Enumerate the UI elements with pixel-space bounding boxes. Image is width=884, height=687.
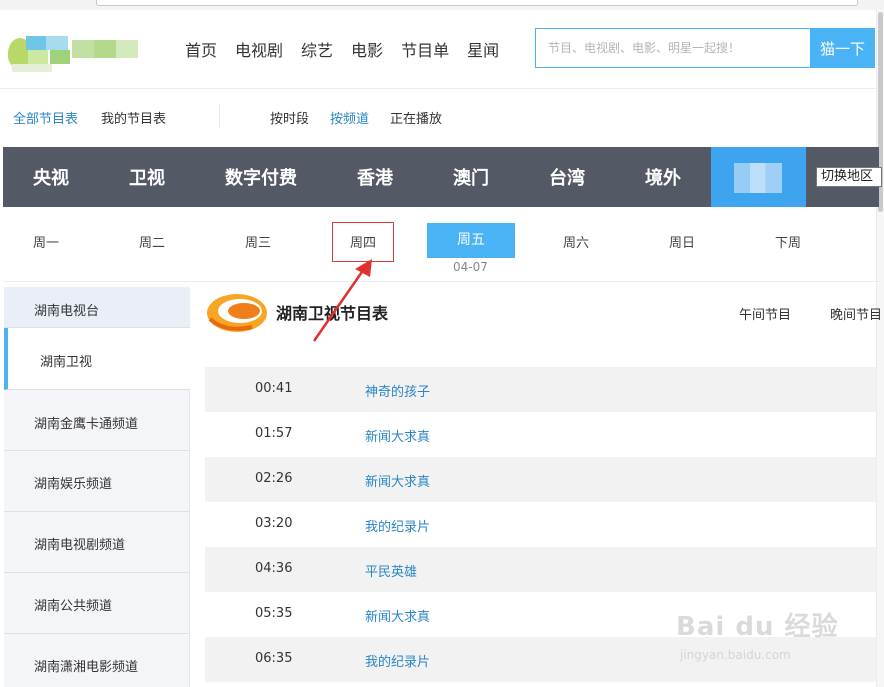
site-logo[interactable]: [6, 26, 146, 76]
schedule-time: 03:20: [255, 516, 293, 531]
sidebar-item-channel[interactable]: 湖南金鹰卡通频道: [4, 390, 190, 451]
region-macau[interactable]: 澳门: [453, 164, 489, 190]
schedule-time: 00:41: [255, 381, 293, 396]
day-fri-selected[interactable]: 周五: [427, 223, 515, 258]
header-divider: [0, 88, 876, 89]
nav-tv-series[interactable]: 电视剧: [235, 37, 283, 61]
region-satellite[interactable]: 卫视: [129, 164, 165, 190]
schedule-program-link[interactable]: 平民英雄: [365, 561, 417, 580]
blurred-region-label: [734, 163, 782, 193]
subnav-divider: [219, 104, 220, 128]
address-bar[interactable]: [96, 0, 858, 6]
by-time-link[interactable]: 按时段: [270, 108, 309, 127]
schedule-program-link[interactable]: 新闻大求真: [365, 426, 430, 445]
sidebar-item-channel[interactable]: 湖南娱乐频道: [4, 451, 190, 512]
region-overseas[interactable]: 境外: [645, 164, 681, 190]
region-digital-paid[interactable]: 数字付费: [225, 164, 297, 190]
sidebar-item-label: 湖南电视剧频道: [34, 538, 126, 553]
tab-noon-programs[interactable]: 午间节目: [739, 304, 791, 323]
schedule-program-link[interactable]: 我的纪录片: [365, 516, 430, 535]
day-sat[interactable]: 周六: [563, 232, 589, 251]
schedule-program-link[interactable]: 新闻大求真: [365, 606, 430, 625]
search-bar: 猫一下: [535, 28, 875, 68]
day-wed[interactable]: 周三: [245, 232, 271, 251]
schedule-row: 06:35 我的纪录片: [205, 637, 876, 682]
nav-home[interactable]: 首页: [185, 37, 217, 61]
day-tue[interactable]: 周二: [139, 232, 165, 251]
nav-variety[interactable]: 综艺: [301, 37, 333, 61]
sidebar-item-label: 湖南娱乐频道: [34, 477, 113, 492]
region-cctv[interactable]: 央视: [33, 164, 69, 190]
page: 首页 电视剧 综艺 电影 节目单 星闻 猫一下 全部节目表 我的节目表 按时段 …: [0, 0, 884, 687]
schedule-program-link[interactable]: 神奇的孩子: [365, 381, 430, 400]
all-schedules-link[interactable]: 全部节目表: [13, 108, 78, 127]
channel-sidebar: 湖南电视台 湖南卫视 湖南金鹰卡通频道 湖南娱乐频道 湖南电视剧频道 湖南公共频…: [4, 287, 190, 687]
tab-evening-programs[interactable]: 晚间节目: [830, 304, 882, 323]
schedule-row: 03:20 我的纪录片: [205, 502, 876, 547]
schedule-row: 01:57 新闻大求真: [205, 412, 876, 457]
annotation-box: [332, 222, 394, 262]
sidebar-item-label: 湖南卫视: [40, 355, 93, 370]
region-taiwan[interactable]: 台湾: [549, 164, 585, 190]
day-mon[interactable]: 周一: [33, 232, 59, 251]
sidebar-item-label: 湖南潇湘电影频道: [34, 660, 139, 675]
region-active-local[interactable]: [711, 147, 806, 207]
nav-movies[interactable]: 电影: [351, 37, 383, 61]
search-button[interactable]: 猫一下: [810, 28, 875, 68]
schedule-program-link[interactable]: 新闻大求真: [365, 471, 430, 490]
schedule-row: 00:41 神奇的孩子: [205, 367, 876, 412]
scrollbar[interactable]: [876, 10, 884, 687]
schedule-row: 04:36 平民英雄: [205, 547, 876, 592]
schedule-row: 05:35 新闻大求真: [205, 592, 876, 637]
day-sun[interactable]: 周日: [669, 232, 695, 251]
schedule-time: 02:26: [255, 471, 293, 486]
schedule-row: 02:26 新闻大求真: [205, 457, 876, 502]
sidebar-item-hunan-satellite[interactable]: 湖南卫视: [4, 328, 190, 390]
day-next-week[interactable]: 下周: [775, 232, 801, 251]
region-hongkong[interactable]: 香港: [357, 164, 393, 190]
my-schedule-link[interactable]: 我的节目表: [101, 108, 166, 127]
schedule-time: 01:57: [255, 426, 293, 441]
sidebar-group-hunan-tv[interactable]: 湖南电视台: [4, 287, 190, 328]
schedule-time: 04:36: [255, 561, 293, 576]
selected-day-date: 04-07: [453, 260, 488, 274]
sidebar-item-channel[interactable]: 湖南潇湘电影频道: [4, 634, 190, 687]
schedule-time: 06:35: [255, 651, 293, 666]
region-bar: 央视 卫视 数字付费 香港 澳门 台湾 境外 切换地区: [3, 147, 882, 207]
sidebar-item-label: 湖南金鹰卡通频道: [34, 417, 139, 432]
by-channel-link[interactable]: 按频道: [330, 108, 369, 127]
channel-title: 湖南卫视节目表: [276, 304, 389, 323]
sidebar-group-label: 湖南电视台: [34, 304, 100, 319]
days-divider: [3, 281, 879, 282]
main-nav: 首页 电视剧 综艺 电影 节目单 星闻: [185, 37, 499, 61]
sidebar-item-channel[interactable]: 湖南电视剧频道: [4, 512, 190, 573]
search-input[interactable]: [535, 28, 810, 68]
nav-celebrity-news[interactable]: 星闻: [467, 37, 499, 61]
schedule-time: 05:35: [255, 606, 293, 621]
sidebar-item-label: 湖南公共频道: [34, 599, 113, 614]
now-playing-link[interactable]: 正在播放: [390, 108, 442, 127]
hunan-tv-logo-icon: [207, 294, 267, 332]
sidebar-item-channel[interactable]: 湖南公共频道: [4, 573, 190, 634]
nav-schedule[interactable]: 节目单: [401, 37, 449, 61]
switch-region-button[interactable]: 切换地区: [816, 167, 882, 187]
schedule-program-link[interactable]: 我的纪录片: [365, 651, 430, 670]
